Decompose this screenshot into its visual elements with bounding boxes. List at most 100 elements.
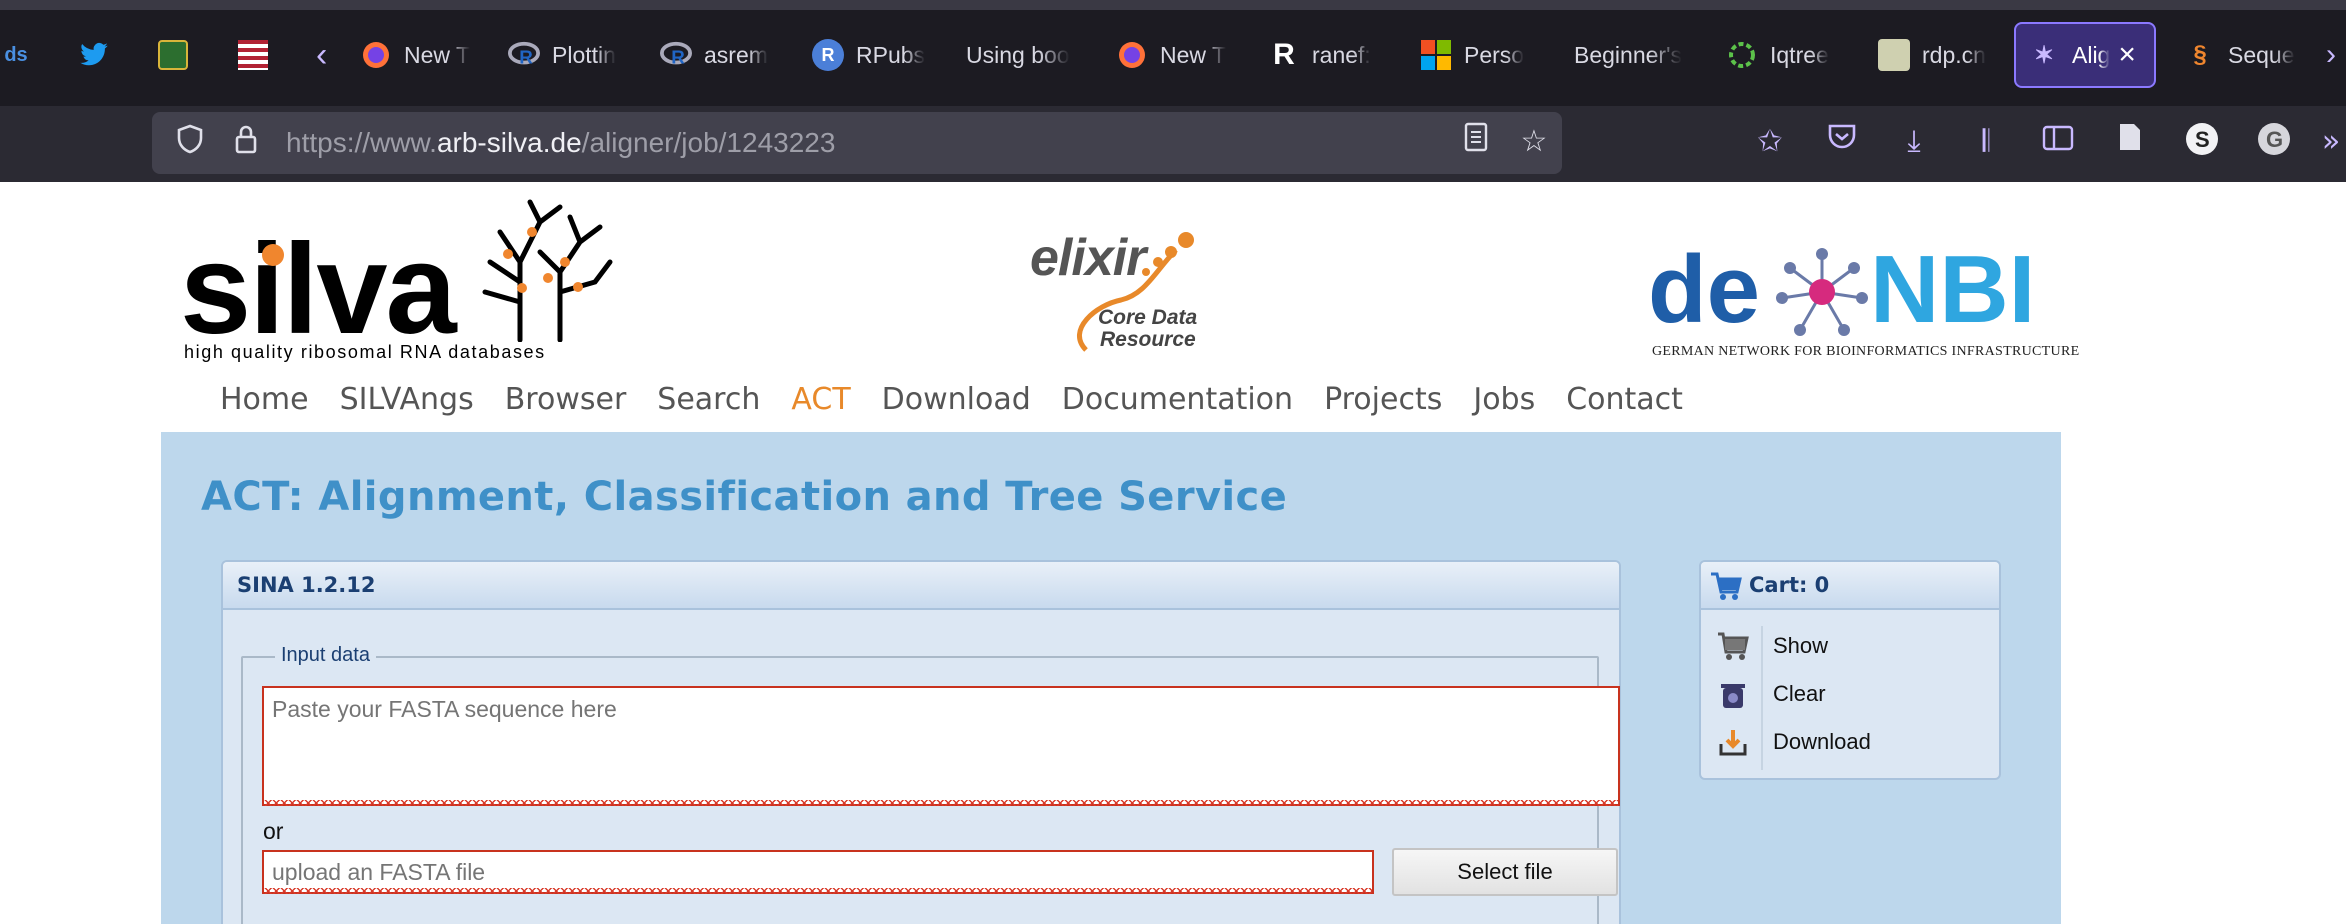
firefox-icon [360, 39, 392, 71]
menu-item-jobs[interactable]: Jobs [1473, 382, 1535, 417]
s-extension-icon[interactable]: S [2182, 122, 2222, 162]
silva-wordmark: silva [180, 218, 457, 361]
rdp-icon [1878, 39, 1910, 71]
tab-active[interactable]: ✶ Alig × [2014, 22, 2156, 88]
sina-version-label: SINA 1.2.12 [237, 573, 376, 597]
silva-tab-icon: ✶ [2033, 41, 2055, 69]
shield-icon[interactable] [172, 124, 208, 162]
select-file-button[interactable]: Select file [1392, 848, 1618, 896]
elixir-subtitle-line2: Resource [1100, 328, 1196, 351]
tab-sites[interactable]: ds [0, 20, 40, 90]
pocket-icon[interactable] [1822, 122, 1862, 162]
browser-nav-bar: https://www.arb-silva.de/aligner/job/124… [0, 106, 2346, 182]
denbi-logo[interactable]: de NBI GERMAN NETWORK FOR BIOINFORMATICS… [1648, 236, 2079, 362]
elixir-logo[interactable]: elixir Core Data Resource [1026, 210, 1246, 360]
trash-can-icon [1715, 676, 1751, 712]
close-tab-icon[interactable]: × [2118, 38, 2136, 72]
library-icon[interactable]: 𝄃 [1966, 122, 2006, 162]
url-domain: arb-silva.de [436, 127, 582, 158]
menu-item-documentation[interactable]: Documentation [1062, 382, 1293, 417]
cart-download-item[interactable]: Download [1715, 724, 1871, 760]
silva-tree-icon [482, 199, 613, 342]
cart-clear-label: Clear [1773, 681, 1826, 706]
menu-item-silvangs[interactable]: SILVAngs [340, 382, 474, 417]
tab-item[interactable]: § Seque [2184, 20, 2304, 90]
overflow-menu-icon[interactable]: » [2316, 122, 2346, 162]
flag-icon [238, 40, 268, 70]
tab-item[interactable]: Perso [1420, 20, 1536, 90]
twitter-icon [78, 39, 110, 71]
content-area: ACT: Alignment, Classification and Tree … [161, 432, 2061, 924]
tab-scroll-left[interactable]: ‹ [316, 20, 346, 90]
elixir-wordmark: elixir [1030, 229, 1146, 287]
tab-twitter[interactable] [78, 20, 118, 90]
spellcheck-underline [264, 800, 1618, 806]
menu-item-projects[interactable]: Projects [1324, 382, 1442, 417]
rpubs-icon: R [812, 39, 844, 71]
cart-count-label: Cart: 0 [1749, 573, 1830, 597]
cart-show-icon [1715, 628, 1751, 664]
tab-item[interactable]: rdp.cn [1878, 20, 1994, 90]
menu-item-search[interactable]: Search [657, 382, 760, 417]
reader-view-icon[interactable] [1456, 122, 1496, 162]
spellcheck-underline [264, 888, 1372, 894]
menu-item-download[interactable]: Download [882, 382, 1031, 417]
url-path: /aligner/job/1243223 [581, 127, 836, 158]
silva-logo[interactable]: silva high quality ribosomal RNA databas… [180, 192, 613, 362]
denbi-wordmark-nbi: NBI [1870, 236, 2036, 343]
svg-text:R: R [671, 46, 685, 67]
tab-item[interactable]: R ranef: [1268, 20, 1380, 90]
cart-show-item[interactable]: Show [1715, 628, 1828, 664]
menu-item-contact[interactable]: Contact [1566, 382, 1683, 417]
download-icon[interactable]: ⤓ [1894, 122, 1934, 162]
firefox-icon [1116, 39, 1148, 71]
tab-item[interactable]: R Plottin [508, 20, 626, 90]
page-title: ACT: Alignment, Classification and Tree … [201, 474, 1288, 520]
svg-text:S: S [2195, 127, 2210, 152]
denbi-network-icon [1776, 248, 1868, 336]
grammarly-icon[interactable]: G [2254, 122, 2294, 162]
tab-item[interactable]: New T [1116, 20, 1228, 90]
tab-scroll-right[interactable]: › [2326, 20, 2346, 90]
chevron-right-icon: › [2326, 38, 2336, 71]
tab-item[interactable]: New T [360, 20, 470, 90]
tab-item[interactable]: R RPubs [812, 20, 932, 90]
cart-clear-item[interactable]: Clear [1715, 676, 1826, 712]
svg-text:G: G [2266, 127, 2283, 152]
url-prefix: https://www. [286, 127, 437, 158]
menu-item-home[interactable]: Home [220, 382, 309, 417]
menu-item-browser[interactable]: Browser [505, 382, 627, 417]
shopping-cart-icon [1711, 572, 1742, 600]
document-icon[interactable] [2110, 122, 2150, 162]
url-bar[interactable]: https://www.arb-silva.de/aligner/job/124… [152, 112, 1562, 174]
ring-icon [1726, 39, 1758, 71]
or-label: or [263, 818, 284, 844]
tab-item[interactable]: Iqtree [1726, 20, 1842, 90]
url-text[interactable]: https://www.arb-silva.de/aligner/job/124… [286, 127, 835, 159]
bookmark-star-icon[interactable]: ☆ [1514, 122, 1554, 162]
extension-star-icon[interactable]: ✩ [1750, 122, 1790, 162]
elixir-subtitle-line1: Core Data [1098, 306, 1198, 329]
tab-flag[interactable] [238, 20, 278, 90]
tab-item[interactable]: Using boo [966, 20, 1082, 90]
cart-show-label: Show [1773, 633, 1829, 658]
silva-logo-dot [262, 244, 284, 266]
menu-item-act[interactable]: ACT [791, 382, 850, 417]
usfs-shield-icon [158, 40, 188, 70]
fasta-sequence-textarea[interactable] [262, 686, 1620, 806]
lock-icon[interactable] [228, 124, 264, 162]
sidebar-icon[interactable] [2038, 122, 2078, 162]
denbi-wordmark-de: de [1648, 236, 1761, 343]
tab-item[interactable]: R asrem [660, 20, 778, 90]
main-menu: Home SILVAngs Browser Search ACT Downloa… [220, 382, 1683, 417]
tab-usfs[interactable] [158, 20, 198, 90]
tab-item[interactable]: Beginner's [1574, 20, 1692, 90]
microsoft-icon [1420, 39, 1452, 71]
r-letter-icon: R [1273, 38, 1295, 71]
denbi-tagline: GERMAN NETWORK FOR BIOINFORMATICS INFRAS… [1652, 344, 2080, 359]
input-data-legend: Input data [275, 644, 376, 667]
cart-panel: Cart: 0 Show Clear Download [1699, 560, 2001, 780]
r-icon: R [660, 39, 692, 71]
sina-panel-header: SINA 1.2.12 [223, 562, 1619, 610]
sites-icon: ds [4, 43, 28, 66]
